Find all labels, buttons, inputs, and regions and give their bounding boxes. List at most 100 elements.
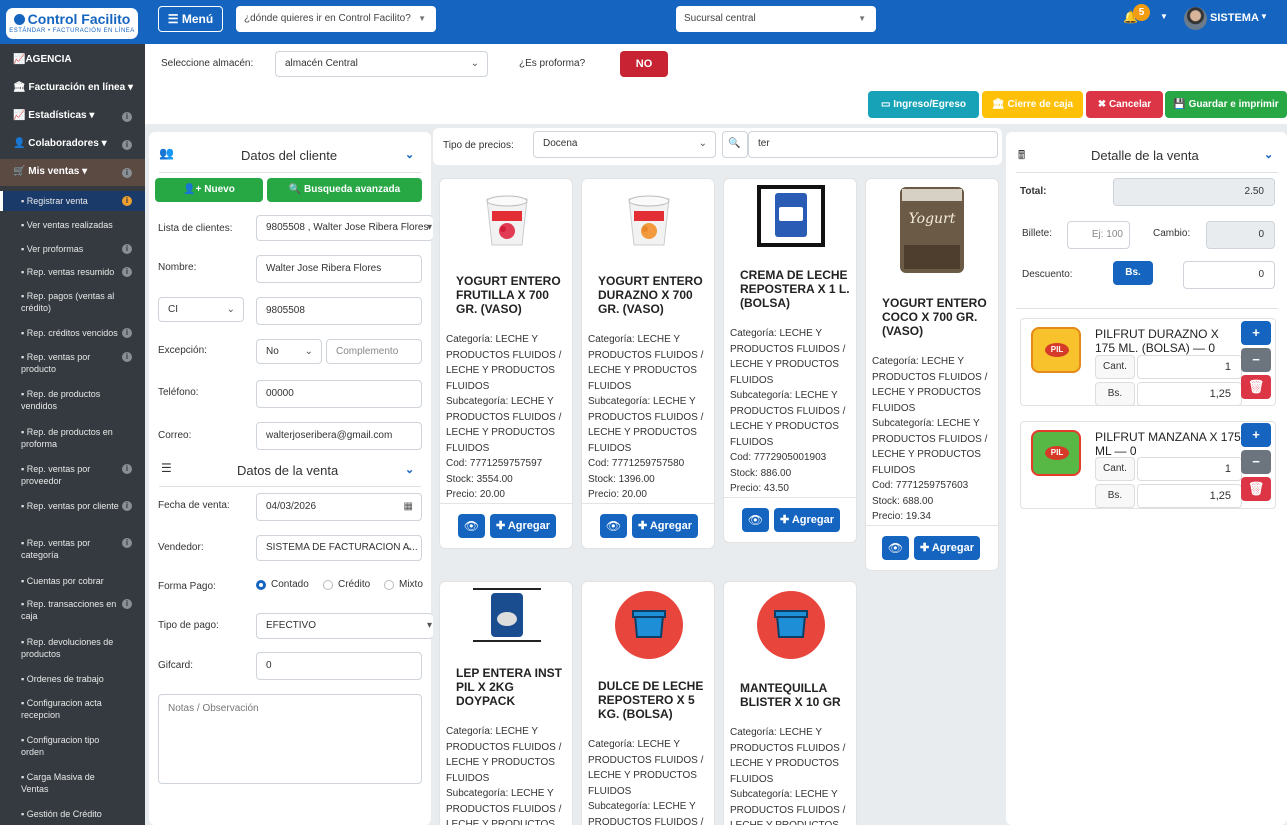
client-list-select[interactable]: 9805508 , Walter Jose Ribera Flores ▾ xyxy=(256,215,433,241)
seller-select[interactable]: SISTEMA DE FACTURACION A... ⌄ xyxy=(256,535,422,561)
users-icon: 👥 xyxy=(159,146,174,160)
add-product-button[interactable]: ✚ Agregar xyxy=(490,514,556,538)
sidebar-section-colaboradores[interactable]: 👤 Colaboradores ▾ i xyxy=(0,138,145,150)
doc-number-input[interactable]: 9805508 xyxy=(256,297,422,325)
brand-logo[interactable]: Control Facilito ESTÁNDAR • FACTURACIÓN … xyxy=(6,8,138,39)
add-product-button[interactable]: ✚ Agregar xyxy=(632,514,698,538)
quick-nav-select[interactable]: ¿dónde quieres ir en Control Facilito? ▼ xyxy=(236,6,436,32)
advanced-search-button[interactable]: 🔍 Busqueda avanzada xyxy=(267,178,422,202)
radio-credito[interactable] xyxy=(323,580,333,590)
sidebar-item-gestion-credito[interactable]: ▪ Gestión de Crédito xyxy=(0,808,145,820)
brand-name: Control Facilito xyxy=(27,11,131,27)
add-product-button[interactable]: ✚ Agregar xyxy=(914,536,980,560)
sale-section-title: Datos de la venta xyxy=(237,463,339,478)
caret-down-icon[interactable]: ▼ xyxy=(1160,12,1168,21)
amount-input[interactable]: 1,25 xyxy=(1137,484,1242,508)
sidebar-item-config-acta[interactable]: ▪ Configuracion acta recepcion xyxy=(0,697,145,721)
warehouse-select[interactable]: almacén Central ⌄ xyxy=(275,51,488,77)
product-card-footer: 👁 ✚ Agregar xyxy=(724,497,856,542)
plus-button[interactable]: + xyxy=(1241,321,1271,345)
sidebar-item-rep-productos-vendidos[interactable]: ▪ Rep. de productos vendidos xyxy=(0,388,145,412)
client-list-label: Lista de clientes: xyxy=(158,223,233,234)
chevron-down-icon[interactable]: ⌄ xyxy=(405,463,414,476)
discount-input[interactable]: 0 xyxy=(1183,261,1275,289)
product-card-footer: 👁 ✚ Agregar xyxy=(866,525,998,570)
price-type-select[interactable]: Docena ⌄ xyxy=(533,131,716,158)
brand-tagline: ESTÁNDAR • FACTURACIÓN EN LÍNEA xyxy=(9,28,135,34)
name-input[interactable]: Walter Jose Ribera Flores xyxy=(256,255,422,283)
new-client-button[interactable]: 👤+ Nuevo xyxy=(155,178,263,202)
sidebar-item-carga-masiva[interactable]: ▪ Carga Masiva de Ventas xyxy=(0,771,145,795)
sidebar-item-rep-pagos[interactable]: ▪ Rep. pagos (ventas al crédito) xyxy=(0,290,145,314)
income-expense-button[interactable]: ▭ Ingreso/Egreso xyxy=(868,91,979,118)
sale-date-input[interactable]: 04/03/2026 ▦ xyxy=(256,493,422,521)
chevron-down-icon[interactable]: ⌄ xyxy=(405,148,414,161)
radio-contado[interactable] xyxy=(256,580,266,590)
sidebar-item-ver-ventas[interactable]: ▪ Ver ventas realizadas xyxy=(0,219,145,231)
payment-type-select[interactable]: EFECTIVO ▾ xyxy=(256,613,433,639)
caret-down-icon[interactable]: ▼ xyxy=(1260,12,1268,21)
avatar[interactable] xyxy=(1184,7,1207,30)
product-image xyxy=(484,193,530,247)
trash-icon[interactable]: 🗑 xyxy=(1241,375,1271,399)
sidebar-item-config-tipo-orden[interactable]: ▪ Configuracion tipo orden xyxy=(0,734,145,758)
giftcard-input[interactable]: 0 xyxy=(256,652,422,680)
complement-input[interactable]: Complemento xyxy=(326,339,422,364)
email-input[interactable]: walterjoseribera@gmail.com xyxy=(256,422,422,450)
product-search-input[interactable]: ter xyxy=(748,131,998,158)
chevron-down-icon[interactable]: ⌄ xyxy=(1264,148,1273,161)
sidebar-item-rep-productos-proforma[interactable]: ▪ Rep. de productos en proforma xyxy=(0,426,145,450)
cancel-button[interactable]: ✖ Cancelar xyxy=(1086,91,1163,118)
search-icon: 🔍 xyxy=(288,184,302,195)
sidebar-item-rep-devoluciones[interactable]: ▪ Rep. devoluciones de productos xyxy=(0,636,145,660)
search-icon-button[interactable]: 🔍 xyxy=(722,131,748,158)
sidebar-item-rep-ventas-producto[interactable]: ▪ Rep. ventas por producto i xyxy=(0,351,145,375)
sidebar-section-estadisticas[interactable]: 📈 Estadísticas ▾ i xyxy=(0,110,145,122)
sidebar-item-cuentas-cobrar[interactable]: ▪ Cuentas por cobrar xyxy=(0,575,145,587)
exception-select[interactable]: No ⌄ xyxy=(256,339,322,364)
divider xyxy=(159,486,421,487)
sidebar-item-rep-ventas-proveedor[interactable]: ▪ Rep. ventas por proveedor i xyxy=(0,463,145,487)
phone-input[interactable]: 00000 xyxy=(256,380,422,408)
sidebar-item-registrar-venta[interactable]: ▪ Registrar venta i xyxy=(0,195,145,207)
qty-input[interactable]: 1 xyxy=(1137,355,1242,379)
cart-icon: 🛒 xyxy=(13,166,26,177)
user-name[interactable]: SISTEMA xyxy=(1210,12,1259,24)
divider xyxy=(159,172,421,173)
doc-type-select[interactable]: CI ⌄ xyxy=(158,297,244,322)
eye-icon[interactable]: 👁 xyxy=(600,514,627,538)
bill-input[interactable]: Ej: 100 xyxy=(1067,221,1130,249)
sidebar-section-agencia[interactable]: 📈AGENCIA xyxy=(0,54,145,65)
save-print-button[interactable]: 💾 Guardar e imprimir xyxy=(1165,91,1287,118)
trash-icon[interactable]: 🗑 xyxy=(1241,477,1271,501)
total-label: Total: xyxy=(1020,186,1047,197)
discount-unit-button[interactable]: Bs. xyxy=(1113,261,1153,285)
sidebar-section-facturacion[interactable]: 🏛 Facturación en línea ▾ xyxy=(0,82,145,93)
amount-input[interactable]: 1,25 xyxy=(1137,382,1242,406)
sidebar-item-rep-ventas-categoria[interactable]: ▪ Rep. ventas por categoría i xyxy=(0,537,145,561)
cash-close-button[interactable]: 🏛 Cierre de caja xyxy=(982,91,1083,118)
plus-button[interactable]: + xyxy=(1241,423,1271,447)
chevron-down-icon: ⌄ xyxy=(304,346,313,357)
sidebar-item-ordenes-trabajo[interactable]: ▪ Ordenes de trabajo xyxy=(0,673,145,685)
sidebar-item-rep-creditos-vencidos[interactable]: ▪ Rep. créditos vencidos i xyxy=(0,327,145,339)
sidebar-item-rep-transacciones[interactable]: ▪ Rep. transacciones en caja i xyxy=(0,598,145,622)
branch-select[interactable]: Sucursal central ▼ xyxy=(676,6,876,32)
minus-button[interactable]: − xyxy=(1241,348,1271,372)
eye-icon[interactable]: 👁 xyxy=(458,514,485,538)
menu-button[interactable]: ☰ Menú xyxy=(158,6,223,32)
sidebar-item-rep-ventas-cliente[interactable]: ▪ Rep. ventas por cliente i xyxy=(0,500,145,512)
minus-button[interactable]: − xyxy=(1241,450,1271,474)
sidebar-item-rep-ventas-resumido[interactable]: ▪ Rep. ventas resumido i xyxy=(0,266,145,278)
chevron-down-icon: ▼ xyxy=(418,14,426,23)
proforma-toggle-button[interactable]: NO xyxy=(620,51,668,77)
add-product-button[interactable]: ✚ Agregar xyxy=(774,508,840,532)
qty-input[interactable]: 1 xyxy=(1137,457,1242,481)
radio-mixto[interactable] xyxy=(384,580,394,590)
notes-textarea[interactable]: Notas / Observación xyxy=(158,694,422,784)
sidebar-item-ver-proformas[interactable]: ▪ Ver proformas i xyxy=(0,243,145,255)
product-title: LEP ENTERA INST PIL X 2KG DOYPACK xyxy=(456,666,563,708)
eye-icon[interactable]: 👁 xyxy=(742,508,769,532)
sidebar-section-mis-ventas[interactable]: 🛒 Mis ventas ▾ i xyxy=(0,166,145,178)
eye-icon[interactable]: 👁 xyxy=(882,536,909,560)
